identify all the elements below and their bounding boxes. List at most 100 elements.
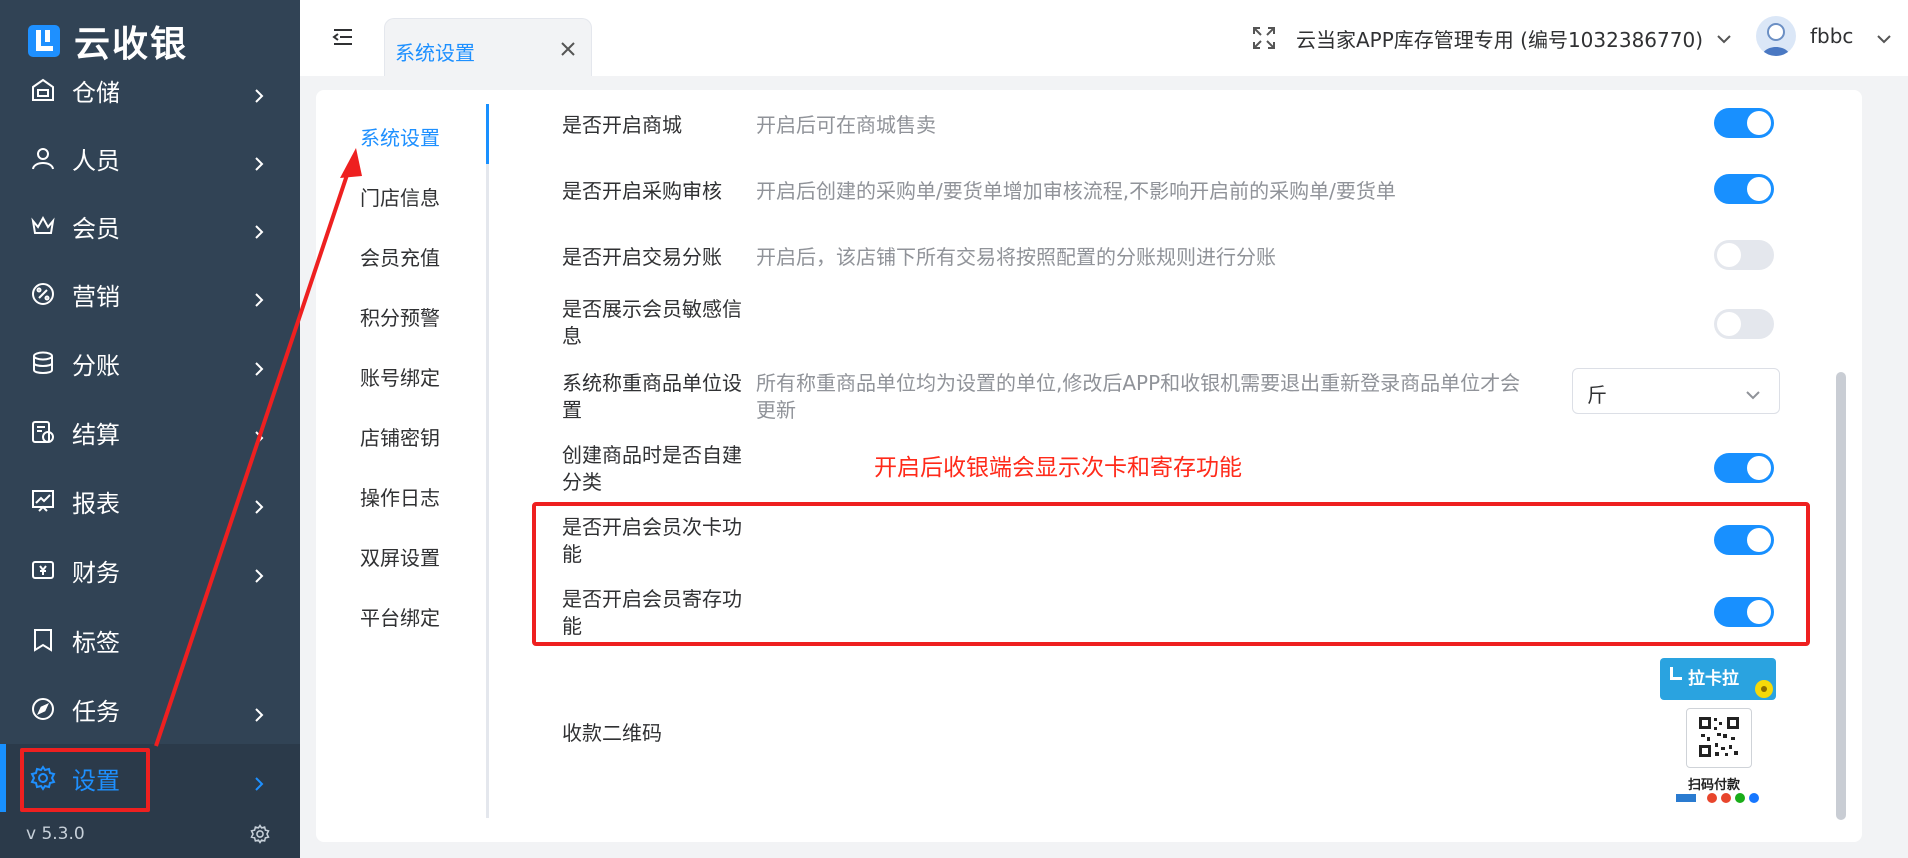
weigh-unit-value: 斤 [1587, 383, 1607, 407]
sidebar-item-task[interactable]: 任务 [0, 679, 300, 739]
sidebar-item-label: 任务 [72, 697, 120, 726]
subnav-active-indicator [486, 104, 489, 164]
sidebar-item-label: 标签 [72, 628, 120, 657]
payment-method-icons [1676, 793, 1759, 803]
setting-desc-weigh-unit: 所有称重商品单位均为设置的单位,修改后APP和收银机需要退出重新登录商品单位才会… [756, 370, 1520, 424]
chevron-down-icon [1745, 386, 1761, 400]
subnav-item-store-info[interactable]: 门店信息 [360, 182, 440, 211]
sidebar-item-tag[interactable]: 标签 [0, 610, 300, 670]
sidebar-item-label: 营销 [72, 282, 120, 311]
version-bar: v 5.3.0 [0, 812, 300, 858]
lakala-brand: 拉卡拉 [1688, 669, 1739, 689]
compass-icon [30, 696, 56, 722]
sidebar-item-label: 仓储 [72, 78, 120, 107]
subnav-item-member-recharge[interactable]: 会员充值 [360, 242, 440, 271]
subnav-item-account-binding[interactable]: 账号绑定 [360, 362, 440, 391]
setting-desc-purchase-review: 开启后创建的采购单/要货单增加审核流程,不影响开启前的采购单/要货单 [756, 179, 1396, 203]
annotation-settings-box [20, 748, 150, 812]
subnav-item-platform-binding[interactable]: 平台绑定 [360, 602, 440, 631]
setting-label-auto-category: 创建商品时是否自建 分类 [562, 442, 742, 496]
settlement-icon [30, 419, 56, 445]
chevron-right-icon [252, 150, 266, 171]
crown-icon [30, 213, 56, 239]
toggle-purchase-review[interactable] [1714, 174, 1774, 204]
lakala-logo-icon [1668, 666, 1684, 682]
sidebar-item-warehouse[interactable]: 仓储 [0, 60, 300, 120]
toggle-member-sensitive[interactable] [1714, 309, 1774, 339]
chevron-down-icon[interactable] [1716, 30, 1732, 44]
chevron-right-icon [252, 355, 266, 376]
flower-icon [1755, 680, 1773, 698]
sidebar-item-staff[interactable]: 人员 [0, 128, 300, 188]
subnav-divider [486, 106, 489, 818]
sidebar-item-label: 结算 [72, 420, 120, 449]
sidebar-item-label: 分账 [72, 351, 120, 380]
lakala-banner: 拉卡拉 [1660, 658, 1776, 700]
label-line: 创建商品时是否自建 [562, 443, 742, 467]
annotation-highlight-box [532, 502, 1810, 646]
weigh-unit-select[interactable]: 斤 [1572, 368, 1780, 414]
settings-subnav: 系统设置 门店信息 会员充值 积分预警 账号绑定 店铺密钥 操作日志 双屏设置 … [316, 90, 489, 830]
desc-line: 所有称重商品单位均为设置的单位,修改后APP和收银机需要退出重新登录商品单位才会 [756, 371, 1521, 395]
subnav-item-dual-screen[interactable]: 双屏设置 [360, 542, 440, 571]
sidebar-item-finance[interactable]: 财务 [0, 540, 300, 600]
setting-label-purchase-review: 是否开启采购审核 [562, 179, 722, 203]
subnav-item-system-settings[interactable]: 系统设置 [360, 122, 440, 151]
subnav-item-points-alert[interactable]: 积分预警 [360, 302, 440, 331]
desc-line: 更新 [756, 398, 796, 422]
setting-label-member-sensitive: 是否展示会员敏感信 息 [562, 296, 742, 350]
subnav-item-operation-log[interactable]: 操作日志 [360, 482, 440, 511]
scan-to-pay-text: 扫码付款 [1688, 778, 1741, 793]
sidebar-item-label: 报表 [72, 489, 120, 518]
chevron-right-icon [252, 82, 266, 103]
subnav-item-store-key[interactable]: 店铺密钥 [360, 422, 440, 451]
database-icon [30, 350, 56, 376]
sidebar-item-member[interactable]: 会员 [0, 196, 300, 256]
collapse-menu-icon[interactable] [332, 28, 354, 46]
store-selector[interactable]: 云当家APP库存管理专用 (编号1032386770) [1296, 24, 1703, 53]
sidebar-item-label: 人员 [72, 146, 120, 175]
sidebar-item-marketing[interactable]: 营销 [0, 264, 300, 324]
chevron-down-icon[interactable] [1876, 30, 1892, 44]
wallet-icon [30, 557, 56, 583]
toggle-auto-category[interactable] [1714, 453, 1774, 483]
sidebar-item-split[interactable]: 分账 [0, 333, 300, 393]
qr-code-image [1686, 708, 1752, 768]
chevron-right-icon [252, 424, 266, 445]
person-icon [30, 145, 56, 171]
setting-label-mall: 是否开启商城 [562, 113, 682, 137]
gear-icon[interactable] [250, 824, 270, 844]
toggle-mall[interactable] [1714, 108, 1774, 138]
payment-qr-code[interactable]: 拉卡拉 扫码付款 [1660, 658, 1778, 808]
app-logo[interactable]: 云收银 [28, 16, 188, 66]
sidebar-item-settlement[interactable]: 结算 [0, 402, 300, 462]
top-bar: 系统设置 云当家APP库存管理专用 (编号1032386770) fbbc [300, 0, 1908, 76]
fullscreen-icon[interactable] [1252, 26, 1276, 50]
setting-label-payment-qr: 收款二维码 [562, 721, 662, 745]
sidebar-item-label: 财务 [72, 558, 120, 587]
user-name[interactable]: fbbc [1810, 24, 1853, 48]
toggle-trade-split[interactable] [1714, 240, 1774, 270]
label-line: 是否展示会员敏感信 [562, 297, 742, 321]
scrollbar[interactable] [1836, 372, 1846, 820]
sidebar-item-label: 会员 [72, 214, 120, 243]
setting-desc-trade-split: 开启后，该店铺下所有交易将按照配置的分账规则进行分账 [756, 245, 1276, 269]
setting-desc-mall: 开启后可在商城售卖 [756, 113, 936, 137]
close-icon[interactable] [561, 41, 575, 56]
label-line: 息 [562, 324, 582, 348]
sidebar: 云收银 仓储 人员 会员 营销 分账 结算 报表 财务 标签 任务 设置 v 5… [0, 0, 300, 858]
setting-label-weigh-unit: 系统称重商品单位设 置 [562, 370, 742, 424]
chart-icon [30, 488, 56, 514]
warehouse-icon [30, 77, 56, 103]
logo-icon [28, 25, 60, 57]
label-line: 分类 [562, 470, 602, 494]
version-text: v 5.3.0 [26, 824, 85, 844]
label-line: 置 [562, 398, 582, 422]
tag-icon [30, 627, 56, 653]
label-line: 系统称重商品单位设 [562, 371, 742, 395]
avatar[interactable] [1756, 16, 1796, 56]
sidebar-item-report[interactable]: 报表 [0, 471, 300, 531]
chevron-right-icon [252, 286, 266, 307]
chevron-right-icon [252, 493, 266, 514]
tab-system-settings[interactable]: 系统设置 [384, 18, 592, 76]
